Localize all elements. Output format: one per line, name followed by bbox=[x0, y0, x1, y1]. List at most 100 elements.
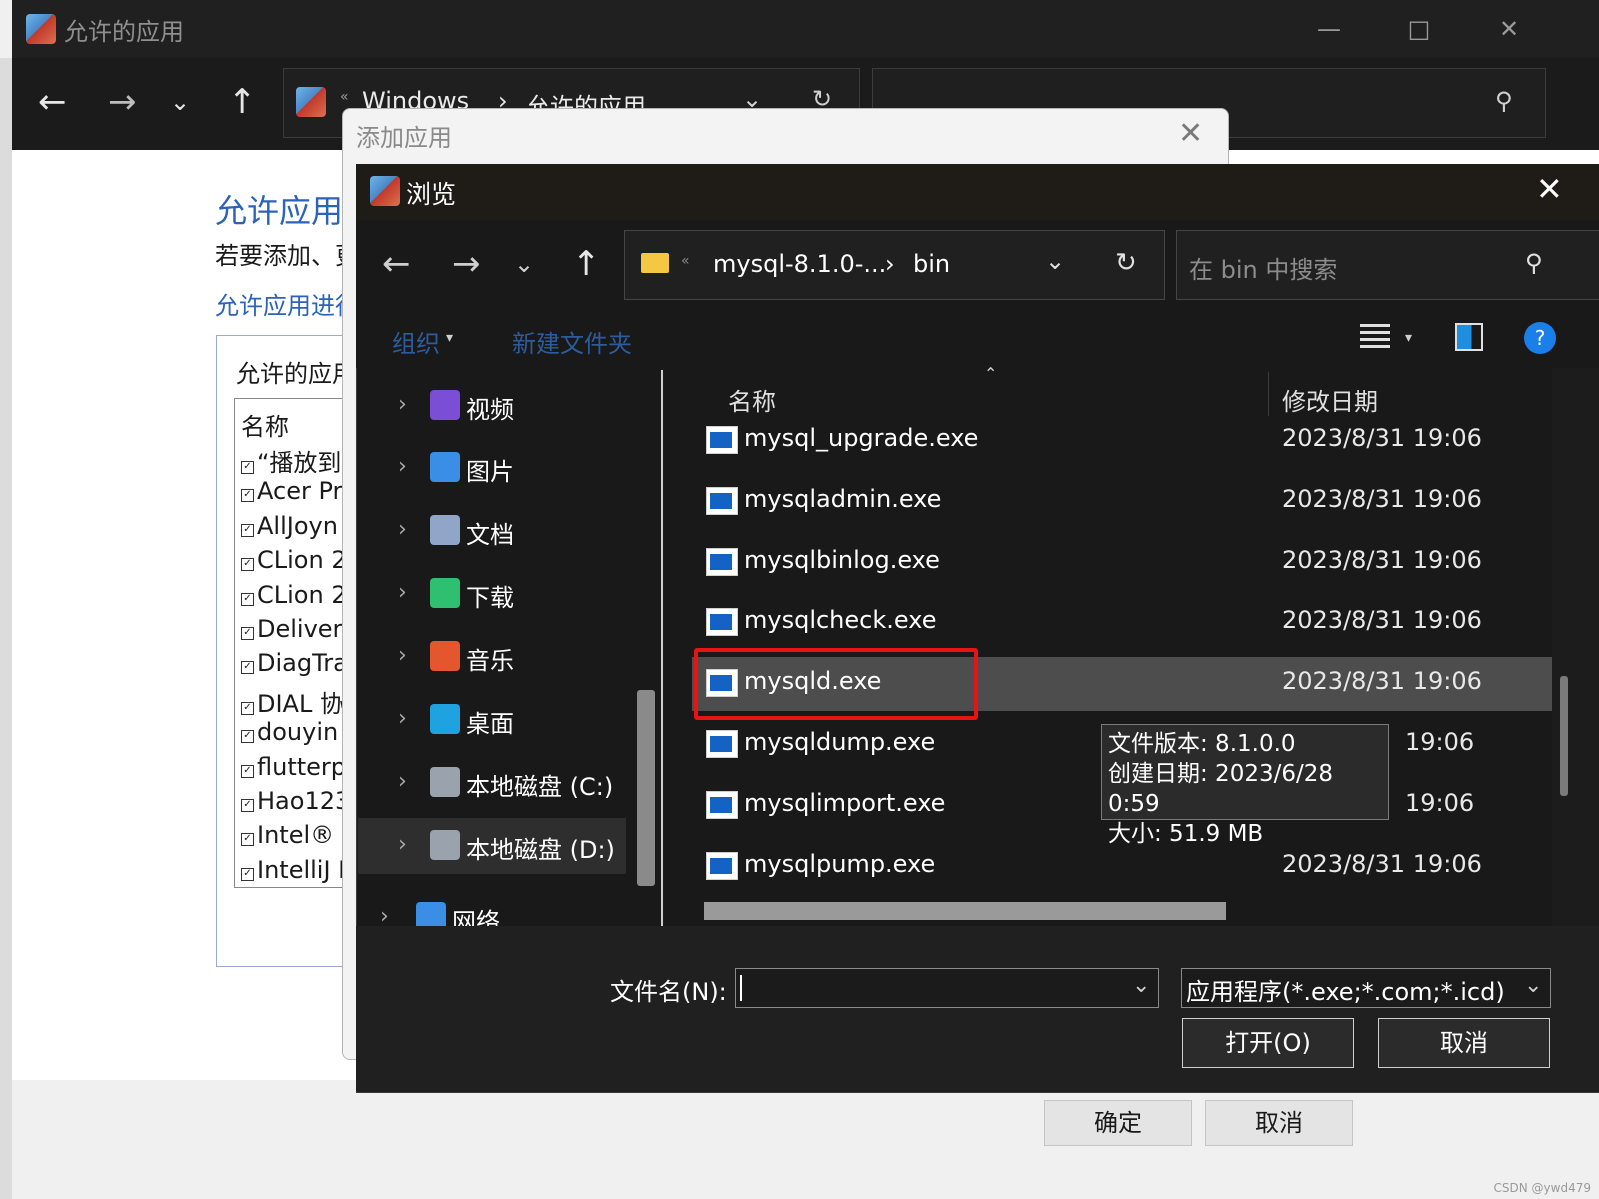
allowed-app-row[interactable]: ✓ DIAL 协 bbox=[241, 684, 344, 719]
allowed-app-row[interactable]: ✓ Intel® C bbox=[241, 821, 359, 849]
expand-chevron-icon[interactable]: › bbox=[398, 392, 407, 417]
app-checkbox[interactable]: ✓ bbox=[241, 764, 254, 778]
expand-chevron-icon[interactable]: › bbox=[398, 643, 407, 668]
breadcrumb-mysql-folder[interactable]: mysql-8.1.0-... bbox=[713, 250, 886, 278]
browse-address-bar[interactable]: « mysql-8.1.0-... › bin ⌄ ↻ bbox=[624, 230, 1165, 300]
recent-dropdown-icon[interactable]: ⌄ bbox=[170, 82, 190, 122]
drive-d-icon bbox=[430, 830, 460, 860]
allowed-app-row[interactable]: ✓ CLion 2 bbox=[241, 581, 347, 609]
list-header-name[interactable]: 名称 bbox=[241, 407, 289, 442]
groupbox-title: 允许的应用 bbox=[236, 360, 356, 388]
nav-item[interactable]: › 下载 bbox=[358, 566, 626, 622]
page-subtext: 若要添加、更 bbox=[215, 242, 359, 270]
browse-recent-dropdown-icon[interactable]: ⌄ bbox=[514, 244, 534, 284]
close-button[interactable]: ✕ bbox=[1486, 10, 1532, 48]
browse-close-icon[interactable]: ✕ bbox=[1536, 170, 1563, 208]
allowed-app-row[interactable]: ✓ Hao123 bbox=[241, 787, 350, 815]
app-checkbox[interactable]: ✓ bbox=[241, 461, 254, 474]
column-header-modified[interactable]: 修改日期 bbox=[1282, 382, 1378, 417]
exe-file-icon bbox=[706, 547, 738, 576]
bg-cancel-button[interactable]: 取消 bbox=[1205, 1100, 1353, 1146]
preview-pane-icon[interactable] bbox=[1455, 323, 1483, 351]
file-row[interactable]: mysql_upgrade.exe 2023/8/31 19:06 bbox=[692, 414, 1552, 468]
nav-item[interactable]: › 视频 bbox=[358, 378, 626, 434]
allowed-app-row[interactable]: ✓ IntelliJ I bbox=[241, 856, 345, 884]
allowed-app-row[interactable]: ✓ Delivery bbox=[241, 615, 357, 643]
browse-firewall-icon bbox=[370, 176, 400, 206]
app-checkbox[interactable]: ✓ bbox=[241, 833, 254, 847]
app-checkbox[interactable]: ✓ bbox=[241, 523, 254, 537]
minimize-button[interactable]: — bbox=[1306, 10, 1352, 48]
maximize-button[interactable]: □ bbox=[1396, 10, 1442, 48]
file-name: mysqlcheck.exe bbox=[744, 606, 937, 635]
nav-item[interactable]: › 音乐 bbox=[358, 629, 626, 685]
nav-item[interactable]: › 桌面 bbox=[358, 692, 626, 748]
allowed-app-row[interactable]: ✓ AllJoyn bbox=[241, 512, 338, 540]
nav-scrollbar[interactable] bbox=[637, 690, 655, 886]
add-app-close-icon[interactable]: ✕ bbox=[1178, 116, 1203, 151]
expand-chevron-icon[interactable]: › bbox=[398, 706, 407, 731]
nav-item[interactable]: › 文档 bbox=[358, 503, 626, 559]
expand-chevron-icon[interactable]: › bbox=[398, 517, 407, 542]
filetype-dropdown-icon[interactable]: ⌄ bbox=[1524, 973, 1542, 998]
file-list-vertical-scrollbar[interactable] bbox=[1560, 676, 1568, 796]
allowed-app-row[interactable]: ✓ douyin bbox=[241, 718, 338, 746]
browse-refresh-icon[interactable]: ↻ bbox=[1115, 248, 1137, 278]
pane-splitter[interactable] bbox=[661, 370, 663, 926]
app-checkbox[interactable]: ✓ bbox=[241, 661, 254, 675]
app-checkbox[interactable]: ✓ bbox=[241, 592, 254, 606]
allowed-app-row[interactable]: ✓ Acer Pro bbox=[241, 477, 357, 505]
app-checkbox[interactable]: ✓ bbox=[241, 627, 254, 640]
expand-chevron-icon[interactable]: › bbox=[398, 769, 407, 794]
file-name: mysqldump.exe bbox=[744, 728, 936, 756]
allowed-apps-footer bbox=[12, 1080, 1599, 1199]
expand-chevron-icon[interactable]: › bbox=[398, 832, 407, 857]
open-button[interactable]: 打开(O) bbox=[1182, 1018, 1354, 1068]
address-history-dropdown-icon[interactable]: ⌄ bbox=[1045, 247, 1065, 275]
allowed-app-row[interactable]: ✓ DiagTra bbox=[241, 649, 348, 677]
forward-arrow-icon[interactable]: → bbox=[108, 82, 137, 122]
expand-chevron-icon[interactable]: › bbox=[398, 454, 407, 479]
filetype-select[interactable]: 应用程序(*.exe;*.com;*.icd) ⌄ bbox=[1181, 968, 1551, 1008]
file-row[interactable]: mysqlcheck.exe 2023/8/31 19:06 bbox=[692, 596, 1552, 650]
browse-back-icon[interactable]: ← bbox=[382, 244, 411, 284]
column-divider[interactable] bbox=[1268, 372, 1269, 416]
allowed-app-row[interactable]: ✓ CLion 2 bbox=[241, 546, 347, 574]
up-arrow-icon[interactable]: ↑ bbox=[228, 82, 257, 122]
app-checkbox[interactable]: ✓ bbox=[241, 730, 254, 744]
app-checkbox[interactable]: ✓ bbox=[241, 558, 254, 572]
app-checkbox[interactable]: ✓ bbox=[241, 489, 254, 503]
page-title: 允许应用 bbox=[215, 192, 344, 230]
new-folder-button[interactable]: 新建文件夹 bbox=[512, 324, 632, 359]
file-row[interactable]: mysqladmin.exe 2023/8/31 19:06 bbox=[692, 475, 1552, 529]
allowed-app-row[interactable]: ✓ flutterp bbox=[241, 753, 346, 781]
view-dropdown-icon[interactable]: ▾ bbox=[1405, 330, 1412, 346]
help-icon[interactable]: ? bbox=[1524, 322, 1556, 354]
file-list-horizontal-scrollbar[interactable] bbox=[704, 902, 1226, 920]
browse-up-icon[interactable]: ↑ bbox=[572, 244, 601, 284]
back-arrow-icon[interactable]: ← bbox=[38, 82, 67, 122]
app-checkbox[interactable]: ✓ bbox=[241, 867, 254, 881]
column-header-name[interactable]: 名称 bbox=[728, 382, 776, 417]
file-row[interactable]: mysqlbinlog.exe 2023/8/31 19:06 bbox=[692, 536, 1552, 590]
breadcrumb-bin[interactable]: bin bbox=[913, 250, 950, 278]
view-details-icon[interactable] bbox=[1360, 324, 1390, 352]
organize-menu[interactable]: 组织 bbox=[392, 324, 440, 359]
browse-forward-icon[interactable]: → bbox=[452, 244, 481, 284]
browse-search-box[interactable]: 在 bin 中搜索 ⚲ bbox=[1176, 230, 1599, 300]
ok-button[interactable]: 确定 bbox=[1044, 1100, 1192, 1146]
app-checkbox[interactable]: ✓ bbox=[241, 701, 254, 715]
app-checkbox[interactable]: ✓ bbox=[241, 799, 254, 812]
filename-dropdown-icon[interactable]: ⌄ bbox=[1132, 973, 1150, 998]
file-name: mysqlbinlog.exe bbox=[744, 545, 940, 574]
organize-dropdown-icon[interactable]: ▾ bbox=[446, 330, 453, 346]
filename-input[interactable]: ⌄ bbox=[735, 968, 1159, 1008]
expand-chevron-icon[interactable]: › bbox=[398, 580, 407, 605]
left-edge-strip bbox=[0, 58, 12, 1199]
nav-item[interactable]: › 本地磁盘 (D:) bbox=[358, 818, 626, 874]
nav-item[interactable]: › 图片 bbox=[358, 440, 626, 496]
cancel-button[interactable]: 取消 bbox=[1378, 1018, 1550, 1068]
nav-item[interactable]: › 本地磁盘 (C:) bbox=[358, 755, 626, 811]
exe-file-icon bbox=[706, 608, 738, 637]
allow-app-link[interactable]: 允许应用进行 bbox=[215, 286, 359, 321]
